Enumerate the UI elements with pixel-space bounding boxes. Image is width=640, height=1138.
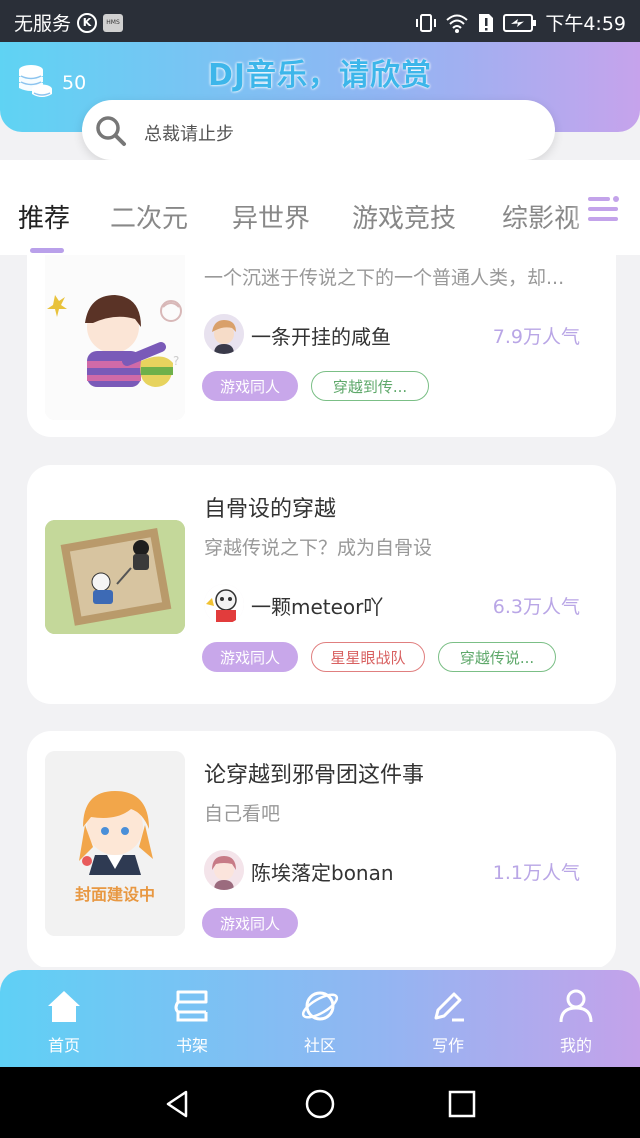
svg-text:?: ? — [173, 354, 179, 368]
nav-community[interactable]: 社区 — [280, 986, 360, 1056]
tag[interactable]: 星星眼战队 — [311, 642, 425, 672]
page-title: DJ音乐，请欣赏 — [207, 58, 433, 93]
search-input[interactable]: 总裁请止步 — [82, 100, 555, 160]
user-icon — [559, 989, 593, 1023]
category-menu-icon[interactable] — [586, 194, 622, 224]
tag[interactable]: 穿越到传... — [311, 371, 429, 401]
recents-icon[interactable] — [446, 1088, 478, 1120]
author-avatar[interactable] — [204, 584, 244, 624]
author-avatar[interactable] — [204, 314, 244, 354]
carrier-text: 无服务 — [14, 13, 72, 35]
nav-home[interactable]: 首页 — [24, 986, 104, 1056]
cover-caption: 封面建设中 — [74, 885, 155, 904]
author-avatar[interactable] — [204, 850, 244, 890]
sim-alert-icon — [479, 13, 494, 32]
tab-gaming[interactable]: 游戏竞技 — [352, 198, 456, 235]
popularity-count: 1.1万人气 — [492, 862, 580, 884]
book-description: 穿越传说之下？成为自骨设 — [204, 537, 433, 559]
nav-write[interactable]: 写作 — [408, 986, 488, 1056]
book-cover[interactable] — [45, 751, 185, 936]
vibrate-icon — [416, 13, 437, 32]
tab-anime[interactable]: 二次元 — [110, 198, 188, 235]
nav-label: 社区 — [303, 1036, 336, 1055]
system-nav-bar — [0, 1067, 640, 1138]
popularity-count: 7.9万人气 — [492, 326, 580, 348]
status-bar: 无服务 K HMS 下午4:59 — [0, 0, 640, 42]
tab-recommend[interactable]: 推荐 — [18, 198, 70, 235]
hms-icon: HMS — [103, 13, 124, 32]
book-list: ? 一个沉迷于传说之下的一个普通人类，却... 一条开挂的咸鱼 7.9万人气 游… — [0, 255, 640, 967]
search-placeholder: 总裁请止步 — [144, 124, 234, 145]
tab-film-tv[interactable]: 综影视 — [502, 198, 580, 235]
bottom-nav: 首页 书架 社区 写作 我的 — [0, 970, 640, 1067]
tag[interactable]: 穿越传说... — [438, 642, 556, 672]
status-left: 无服务 K HMS — [14, 9, 124, 36]
book-description: 一个沉迷于传说之下的一个普通人类，却... — [204, 267, 565, 289]
book-title[interactable]: 自骨设的穿越 — [204, 491, 336, 523]
nav-label: 我的 — [559, 1036, 592, 1055]
wifi-icon — [446, 14, 468, 33]
nav-label: 首页 — [47, 1036, 80, 1055]
author-name[interactable]: 陈埃落定bonan — [251, 857, 394, 886]
tag[interactable]: 游戏同人 — [202, 371, 298, 401]
clock-text: 下午4:59 — [545, 13, 626, 35]
cover-illustration — [45, 751, 185, 936]
k-icon: K — [77, 12, 98, 33]
nav-profile[interactable]: 我的 — [536, 986, 616, 1056]
category-tabs: 推荐 二次元 异世界 游戏竞技 综影视 — [0, 160, 640, 255]
book-title[interactable]: 论穿越到邪骨团这件事 — [204, 757, 424, 789]
nav-label: 书架 — [175, 1036, 208, 1055]
tab-isekai[interactable]: 异世界 — [232, 198, 310, 235]
book-card[interactable]: ? 一个沉迷于传说之下的一个普通人类，却... 一条开挂的咸鱼 7.9万人气 游… — [27, 255, 616, 437]
back-icon[interactable] — [162, 1088, 194, 1120]
pen-icon — [434, 992, 464, 1022]
book-cover[interactable] — [45, 520, 185, 634]
cover-illustration: ? — [45, 255, 185, 420]
author-name[interactable]: 一颗meteor吖 — [251, 591, 383, 620]
cover-illustration — [45, 520, 185, 634]
book-card[interactable]: 自骨设的穿越 穿越传说之下？成为自骨设 一颗meteor吖 6.3万人气 游戏同… — [27, 465, 616, 704]
book-card[interactable]: 论穿越到邪骨团这件事 自己看吧 陈埃落定bonan 1.1万人气 游戏同人 封面… — [27, 731, 616, 967]
tag[interactable]: 游戏同人 — [202, 642, 298, 672]
battery-charging-icon — [503, 13, 537, 32]
nav-label: 写作 — [431, 1036, 464, 1055]
tab-active-indicator — [30, 248, 64, 253]
bookshelf-icon — [174, 990, 208, 1022]
author-name[interactable]: 一条开挂的咸鱼 — [251, 321, 391, 350]
search-icon — [96, 116, 126, 146]
home-icon — [48, 991, 80, 1022]
tag[interactable]: 游戏同人 — [202, 908, 298, 938]
book-cover[interactable]: ? — [45, 255, 185, 420]
home-circle-icon[interactable] — [304, 1088, 336, 1120]
nav-bookshelf[interactable]: 书架 — [152, 986, 232, 1056]
book-description: 自己看吧 — [204, 803, 281, 825]
popularity-count: 6.3万人气 — [492, 596, 580, 618]
status-right: 下午4:59 — [415, 9, 626, 36]
planet-icon — [301, 991, 339, 1021]
